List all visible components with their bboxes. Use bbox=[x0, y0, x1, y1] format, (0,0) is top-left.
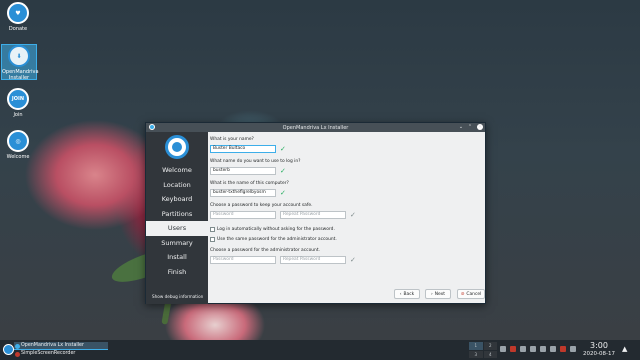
desktop-icon-label: OpenMandriva Installer bbox=[2, 69, 39, 81]
step-location: Location bbox=[163, 180, 191, 189]
notifications-icon[interactable] bbox=[570, 346, 576, 352]
openmandriva-logo-icon bbox=[165, 135, 189, 159]
name-field[interactable]: Buster Bultaco bbox=[210, 145, 276, 153]
step-partitions: Partitions bbox=[161, 209, 193, 218]
virtual-desktop-pager[interactable]: 1 2 3 4 bbox=[469, 342, 497, 358]
recorder-tray-icon[interactable] bbox=[510, 346, 516, 352]
maximize-icon[interactable]: ⌃ bbox=[467, 124, 473, 130]
updates-icon[interactable] bbox=[560, 346, 566, 352]
app-icon[interactable] bbox=[149, 124, 155, 130]
same-password-checkbox-row[interactable]: Use the same password for the administra… bbox=[210, 237, 337, 242]
desktop-icon-label: Join bbox=[13, 112, 23, 118]
installer-task-icon bbox=[15, 343, 20, 349]
pager-desktop-1[interactable]: 1 bbox=[469, 342, 483, 350]
step-users: Users bbox=[146, 221, 208, 236]
same-password-checkbox[interactable] bbox=[210, 237, 215, 242]
window-title: OpenMandriva Lx Installer bbox=[282, 124, 349, 131]
donate-icon: ♥ bbox=[7, 2, 29, 24]
autologin-label: Log in automatically without asking for … bbox=[217, 227, 335, 232]
minimize-icon[interactable]: ⌄ bbox=[458, 124, 464, 130]
network-icon[interactable] bbox=[540, 346, 546, 352]
task-installer[interactable]: OpenMandriva Lx Installer bbox=[14, 342, 108, 350]
admin-repeat-password-field[interactable]: Repeat Password bbox=[280, 256, 346, 264]
admin-password-check-icon: ✓ bbox=[350, 256, 356, 264]
pager-desktop-4[interactable]: 4 bbox=[483, 350, 497, 358]
digital-clock[interactable]: 3:00 2020-08-17 bbox=[578, 341, 620, 357]
arrow-left-icon: ‹ bbox=[399, 291, 402, 297]
login-valid-check-icon: ✓ bbox=[280, 167, 286, 175]
desktop-icon-label: Welcome bbox=[6, 154, 30, 160]
step-summary: Summary bbox=[161, 238, 193, 247]
name-question: What is your name? bbox=[210, 137, 254, 142]
clipboard-icon[interactable] bbox=[520, 346, 526, 352]
login-field[interactable]: busterb bbox=[210, 167, 276, 175]
tray-app-icon[interactable] bbox=[500, 346, 506, 352]
bluetooth-icon[interactable] bbox=[530, 346, 536, 352]
next-button[interactable]: › Next bbox=[425, 289, 451, 299]
desktop-icon-welcome[interactable]: ◎ Welcome bbox=[0, 130, 36, 160]
clock-time: 3:00 bbox=[590, 341, 608, 350]
cancel-icon: ⊘ bbox=[460, 291, 465, 297]
cancel-label: Cancel bbox=[466, 291, 482, 297]
system-tray bbox=[500, 346, 576, 352]
step-finish: Finish bbox=[167, 267, 187, 276]
welcome-icon: ◎ bbox=[7, 130, 29, 152]
step-welcome: Welcome bbox=[162, 166, 192, 174]
step-install: Install bbox=[167, 253, 187, 261]
admin-password-field[interactable]: Password bbox=[210, 256, 276, 264]
computer-question: What is the name of this computer? bbox=[210, 181, 289, 186]
desktop-icon-installer[interactable]: ⬇ OpenMandriva Installer bbox=[1, 44, 39, 81]
application-launcher-icon[interactable] bbox=[3, 344, 14, 355]
repeat-password-field[interactable]: Repeat Password bbox=[280, 211, 346, 219]
hostname-field[interactable]: buster-txtheflgrelbyosm bbox=[210, 189, 276, 197]
clock-date: 2020-08-17 bbox=[583, 351, 615, 357]
close-icon[interactable]: ✕ bbox=[477, 124, 483, 130]
taskbar: OpenMandriva Lx Installer SimpleScreenRe… bbox=[0, 340, 640, 360]
pager-desktop-2[interactable]: 2 bbox=[483, 342, 497, 350]
back-button[interactable]: ‹ Back bbox=[394, 289, 420, 299]
join-icon: JOIN bbox=[7, 88, 29, 110]
volume-icon[interactable] bbox=[550, 346, 556, 352]
pager-desktop-3[interactable]: 3 bbox=[469, 350, 483, 358]
password-field[interactable]: Password bbox=[210, 211, 276, 219]
desktop-icon-label: Donate bbox=[8, 26, 28, 32]
task-label: OpenMandriva Lx Installer bbox=[21, 343, 84, 348]
window-titlebar[interactable]: OpenMandriva Lx Installer ⌄ ⌃ ✕ bbox=[146, 123, 485, 132]
name-valid-check-icon: ✓ bbox=[280, 145, 286, 153]
show-debug-button[interactable]: Show debug information bbox=[152, 294, 203, 299]
desktop-icon-join[interactable]: JOIN Join bbox=[0, 88, 36, 118]
password-question: Choose a password to keep your account s… bbox=[210, 203, 313, 208]
task-label: SimpleScreenRecorder bbox=[21, 351, 76, 356]
admin-password-question: Choose a password for the administrator … bbox=[210, 248, 320, 253]
installer-sidebar: Welcome Location Keyboard Partitions Use… bbox=[146, 132, 208, 304]
users-form: What is your name? Buster Bultaco ✓ What… bbox=[210, 133, 485, 299]
desktop-icon-donate[interactable]: ♥ Donate bbox=[0, 2, 36, 32]
installer-window: OpenMandriva Lx Installer ⌄ ⌃ ✕ Welcome … bbox=[145, 122, 486, 304]
task-screen-recorder[interactable]: SimpleScreenRecorder bbox=[14, 350, 108, 358]
arrow-right-icon: › bbox=[431, 291, 433, 297]
cancel-button[interactable]: ⊘ Cancel bbox=[457, 289, 485, 299]
show-desktop-icon[interactable]: ▲ bbox=[622, 345, 632, 355]
back-label: Back bbox=[403, 291, 415, 297]
autologin-checkbox[interactable] bbox=[210, 227, 215, 232]
login-question: What name do you want to use to log in? bbox=[210, 159, 301, 164]
step-keyboard: Keyboard bbox=[161, 195, 193, 203]
next-label: Next bbox=[434, 291, 445, 297]
installer-icon: ⬇ bbox=[8, 45, 30, 67]
autologin-checkbox-row[interactable]: Log in automatically without asking for … bbox=[210, 227, 335, 232]
same-password-label: Use the same password for the administra… bbox=[217, 237, 337, 242]
recorder-task-icon bbox=[15, 351, 20, 357]
hostname-valid-check-icon: ✓ bbox=[280, 189, 286, 197]
step-list: Welcome Location Keyboard Partitions Use… bbox=[146, 163, 208, 279]
password-check-icon: ✓ bbox=[350, 211, 356, 219]
